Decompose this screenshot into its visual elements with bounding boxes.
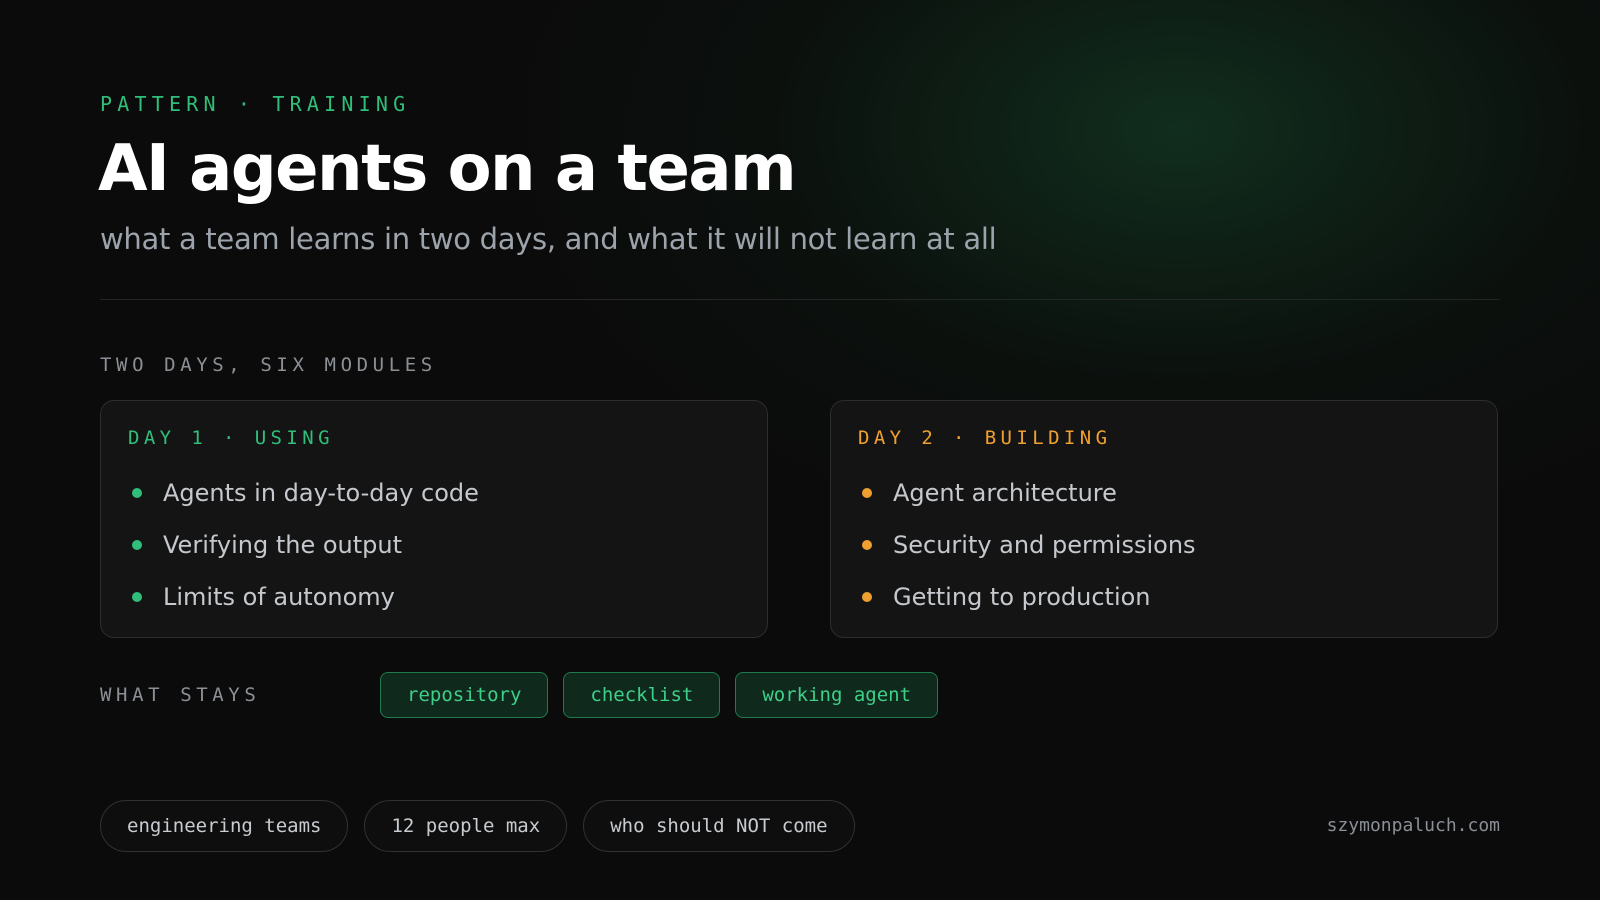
list-item: Agents in day-to-day code <box>128 467 479 519</box>
bullet-dot-icon <box>132 592 142 602</box>
chip-engineering-teams: engineering teams <box>100 800 349 852</box>
chip-repository: repository <box>380 672 549 718</box>
bullet-dot-icon <box>132 488 142 498</box>
page-title: AI agents on a team <box>98 132 797 206</box>
day-1-card: DAY 1 · USING Agents in day-to-day code … <box>100 400 768 638</box>
module-label: Agents in day-to-day code <box>163 479 479 507</box>
divider <box>100 299 1500 300</box>
list-item: Agent architecture <box>858 467 1196 519</box>
eyebrow-label: PATTERN · TRAINING <box>100 92 411 116</box>
module-label: Getting to production <box>893 583 1151 611</box>
modules-section-label: TWO DAYS, SIX MODULES <box>100 354 437 376</box>
site-url: szymonpaluch.com <box>1326 815 1500 836</box>
module-label: Security and permissions <box>893 531 1196 559</box>
list-item: Getting to production <box>858 571 1196 623</box>
audience-chips: engineering teams 12 people max who shou… <box>100 800 855 852</box>
what-stays-label: WHAT STAYS <box>100 684 261 706</box>
list-item: Security and permissions <box>858 519 1196 571</box>
module-label: Agent architecture <box>893 479 1117 507</box>
module-label: Verifying the output <box>163 531 403 559</box>
day-2-label: DAY 2 · BUILDING <box>858 427 1112 449</box>
slide: PATTERN · TRAINING AI agents on a team w… <box>0 0 1600 900</box>
day-1-label: DAY 1 · USING <box>128 427 334 449</box>
list-item: Verifying the output <box>128 519 479 571</box>
day-2-module-list: Agent architecture Security and permissi… <box>858 467 1196 623</box>
day-2-card: DAY 2 · BUILDING Agent architecture Secu… <box>830 400 1498 638</box>
bullet-dot-icon <box>862 592 872 602</box>
chip-who-should-not-come: who should NOT come <box>583 800 855 852</box>
day-1-module-list: Agents in day-to-day code Verifying the … <box>128 467 479 623</box>
bullet-dot-icon <box>862 488 872 498</box>
page-subtitle: what a team learns in two days, and what… <box>100 222 997 256</box>
bullet-dot-icon <box>862 540 872 550</box>
chip-working-agent: working agent <box>735 672 939 718</box>
module-label: Limits of autonomy <box>163 583 395 611</box>
bullet-dot-icon <box>132 540 142 550</box>
chip-12-people-max: 12 people max <box>364 800 568 852</box>
list-item: Limits of autonomy <box>128 571 479 623</box>
chip-checklist: checklist <box>563 672 721 718</box>
what-stays-chips: repository checklist working agent <box>380 672 939 718</box>
